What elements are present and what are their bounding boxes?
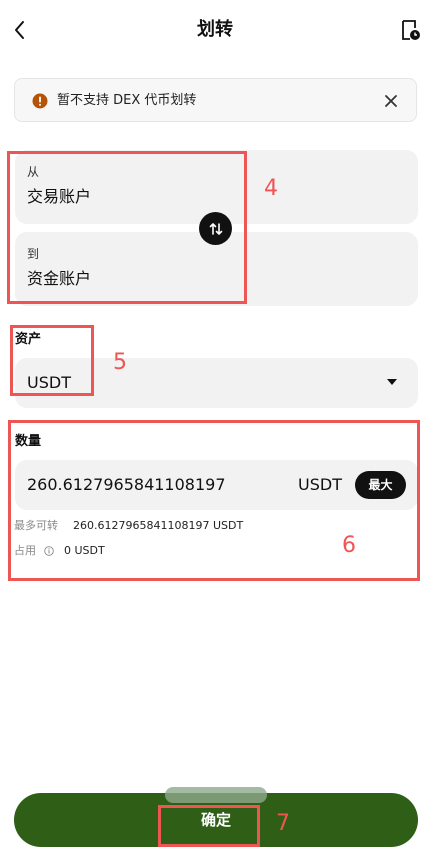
annotation-number-5: 5	[113, 350, 127, 375]
annotation-box-4	[7, 151, 247, 304]
annotation-box-5	[10, 325, 94, 396]
annotation-number-7: 7	[276, 811, 290, 836]
notice-text: 暂不支持 DEX 代币划转	[57, 93, 197, 108]
dropdown-arrow-icon	[387, 379, 397, 385]
annotation-number-4: 4	[264, 176, 278, 201]
close-icon[interactable]	[383, 93, 399, 109]
annotation-box-6	[8, 420, 420, 581]
annotation-box-7	[158, 805, 260, 847]
annotation-number-6: 6	[342, 533, 356, 558]
warning-circle-icon	[32, 93, 48, 109]
notice-banner: 暂不支持 DEX 代币划转	[14, 78, 417, 122]
document-clock-icon[interactable]	[398, 18, 422, 42]
page-title: 划转	[197, 19, 233, 40]
blur-overlay	[165, 787, 267, 803]
